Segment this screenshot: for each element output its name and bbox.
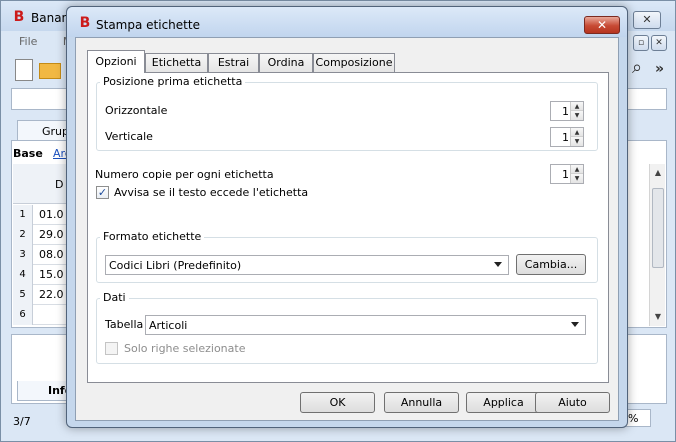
table-row[interactable]: 3 08.0 — [13, 245, 69, 265]
horizontal-value[interactable]: 1 — [553, 105, 569, 118]
selected-rows-checkbox — [105, 342, 118, 355]
vertical-value[interactable]: 1 — [553, 131, 569, 144]
close-icon[interactable]: ✕ — [584, 16, 620, 34]
table-row[interactable]: 5 22.0 — [13, 285, 69, 305]
main-close-icon[interactable]: ✕ — [633, 11, 661, 29]
new-document-icon[interactable] — [15, 59, 33, 81]
label-format-value: Codici Libri (Predefinito) — [109, 259, 242, 272]
copies-stepper[interactable]: 1 ▲ ▼ — [550, 164, 584, 184]
print-labels-dialog: B Stampa etichette ✕ Opzioni Etichetta E… — [66, 6, 628, 428]
main-grid-rows: 1 01.0 2 29.0 3 08.0 4 15.0 5 22.0 6 — [13, 205, 69, 325]
chevron-down-icon — [494, 262, 502, 267]
stepper-down-icon[interactable]: ▼ — [571, 111, 583, 120]
banana-app-icon: B — [13, 9, 25, 25]
position-group-title: Posizione prima etichetta — [100, 75, 246, 88]
stepper-up-icon[interactable]: ▲ — [571, 128, 583, 137]
tab-panel-opzioni: Posizione prima etichetta Orizzontale 1 … — [87, 72, 609, 383]
stepper-down-icon[interactable]: ▼ — [571, 137, 583, 146]
help-button[interactable]: Aiuto — [535, 392, 610, 413]
table-row[interactable]: 6 — [13, 305, 69, 325]
menu-file[interactable]: File — [19, 35, 37, 48]
scroll-up-icon[interactable]: ▲ — [650, 168, 666, 177]
apply-button[interactable]: Applica — [466, 392, 541, 413]
grid-vertical-scrollbar[interactable]: ▲ ▼ — [649, 164, 665, 326]
copies-value[interactable]: 1 — [553, 168, 569, 181]
restore-doc-icon[interactable]: ▫ — [633, 35, 649, 51]
table-select-value: Articoli — [149, 319, 188, 332]
scrollbar-thumb[interactable] — [652, 188, 664, 268]
close-doc-icon[interactable]: ✕ — [651, 35, 667, 51]
label-format-select[interactable]: Codici Libri (Predefinito) — [105, 255, 509, 275]
table-select[interactable]: Articoli — [145, 315, 586, 335]
table-label: Tabella — [105, 318, 144, 331]
toolbar-overflow-icon[interactable]: » — [655, 61, 664, 77]
position-group — [96, 82, 598, 151]
table-row[interactable]: 4 15.0 — [13, 265, 69, 285]
open-folder-icon[interactable] — [39, 63, 61, 79]
cancel-button[interactable]: Annulla — [384, 392, 459, 413]
horizontal-label: Orizzontale — [105, 104, 168, 117]
grid-header: D — [13, 164, 67, 204]
tab-opzioni[interactable]: Opzioni — [87, 50, 145, 73]
scroll-down-icon[interactable]: ▼ — [650, 312, 666, 321]
copies-label: Numero copie per ogni etichetta — [95, 168, 274, 181]
tab-estrai[interactable]: Estrai — [208, 53, 259, 72]
grid-header-date[interactable]: D — [55, 178, 63, 191]
warn-overflow-label[interactable]: Avvisa se il testo eccede l'etichetta — [114, 186, 308, 199]
stepper-up-icon[interactable]: ▲ — [571, 165, 583, 174]
table-row[interactable]: 2 29.0 — [13, 225, 69, 245]
stepper-up-icon[interactable]: ▲ — [571, 102, 583, 111]
status-row-count: 3/7 — [13, 415, 31, 428]
data-group-title: Dati — [100, 291, 129, 304]
binoculars-icon[interactable]: ⌕ — [629, 57, 645, 79]
view-base-label[interactable]: Base — [13, 147, 43, 160]
stepper-down-icon[interactable]: ▼ — [571, 174, 583, 183]
vertical-stepper[interactable]: 1 ▲ ▼ — [550, 127, 584, 147]
ok-button[interactable]: OK — [300, 392, 375, 413]
chevron-down-icon — [571, 322, 579, 327]
tab-composizione[interactable]: Composizione — [313, 53, 395, 72]
dialog-title: Stampa etichette — [96, 18, 200, 32]
banana-app-icon: B — [79, 15, 91, 31]
change-format-button[interactable]: Cambia... — [516, 254, 586, 275]
tab-ordina[interactable]: Ordina — [259, 53, 313, 72]
table-row[interactable]: 1 01.0 — [13, 205, 69, 225]
selected-rows-label: Solo righe selezionate — [124, 342, 246, 355]
horizontal-stepper[interactable]: 1 ▲ ▼ — [550, 101, 584, 121]
dialog-body: Opzioni Etichetta Estrai Ordina Composiz… — [75, 37, 619, 421]
vertical-label: Verticale — [105, 130, 153, 143]
warn-overflow-checkbox[interactable]: ✓ — [96, 186, 109, 199]
tab-etichetta[interactable]: Etichetta — [145, 53, 208, 72]
format-group-title: Formato etichette — [100, 230, 205, 243]
